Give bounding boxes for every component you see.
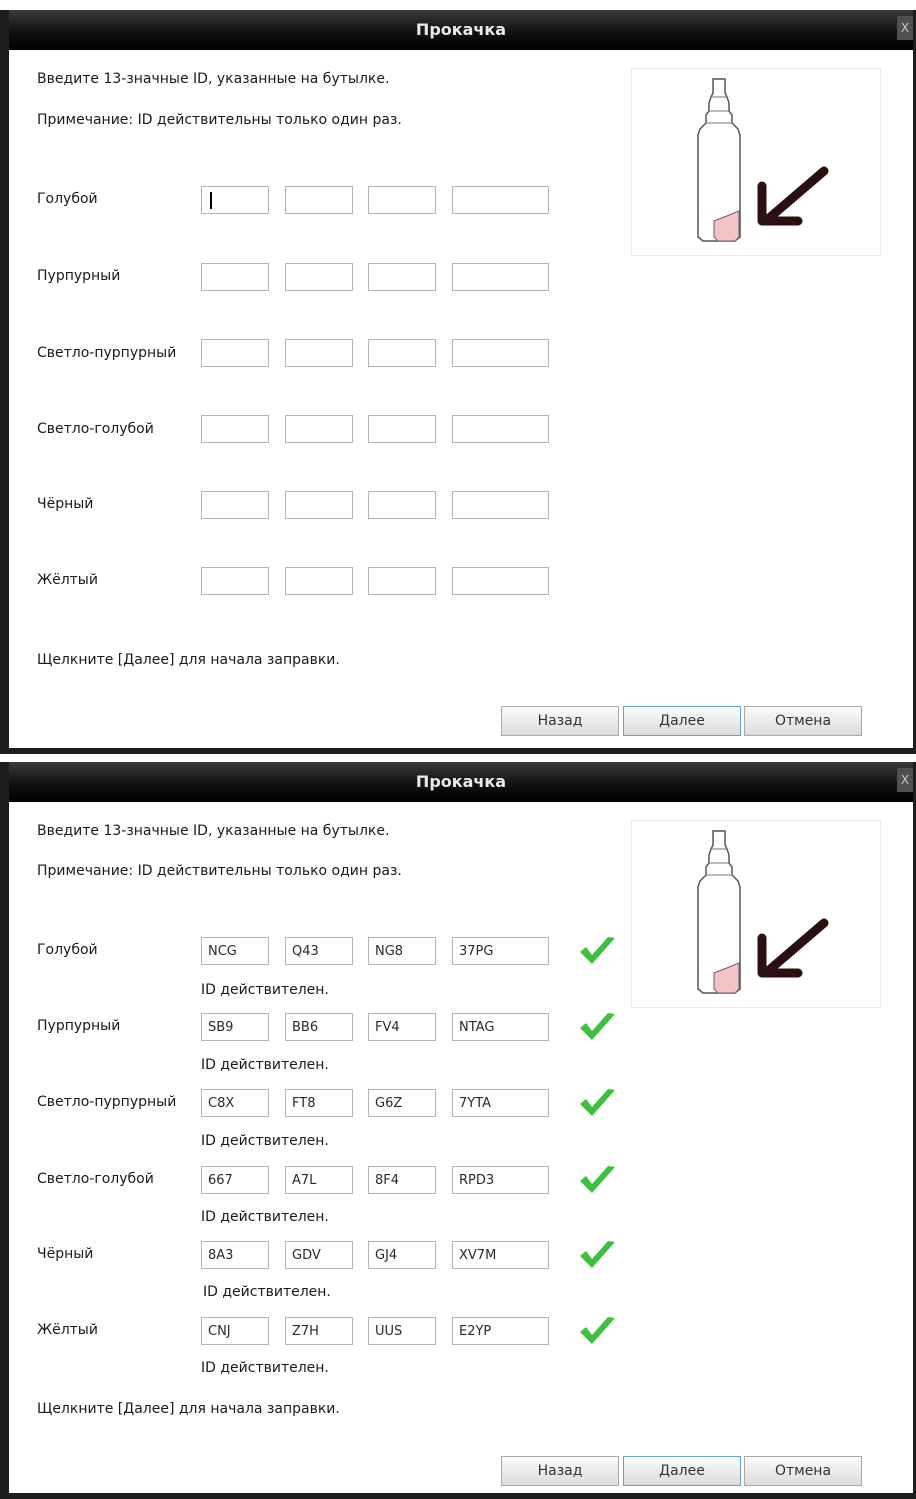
ink-label: Светло-голубой xyxy=(37,421,154,437)
id-input[interactable] xyxy=(368,491,436,519)
text-cursor xyxy=(210,192,212,209)
note-text: Примечание: ID действительны только один… xyxy=(37,863,402,879)
ink-bottle-illustration xyxy=(631,68,881,256)
valid-status: ID действителен. xyxy=(201,982,329,998)
id-input[interactable] xyxy=(368,1089,436,1117)
cancel-button[interactable]: Отмена xyxy=(744,1456,862,1486)
id-input[interactable] xyxy=(201,1013,269,1041)
checkmark-icon xyxy=(580,1089,615,1116)
checkmark-icon xyxy=(580,1013,615,1040)
id-input[interactable] xyxy=(368,1166,436,1194)
id-input[interactable] xyxy=(285,1166,353,1194)
arrow-icon xyxy=(757,166,829,226)
id-input[interactable] xyxy=(368,1241,436,1269)
footer-text: Щелкните [Далее] для начала заправки. xyxy=(37,652,340,668)
id-input[interactable] xyxy=(285,1089,353,1117)
id-input[interactable] xyxy=(452,937,549,965)
id-input[interactable] xyxy=(368,1317,436,1345)
id-input[interactable] xyxy=(452,415,549,443)
dialog-content: Введите 13-значные ID, указанные на буты… xyxy=(9,802,913,1493)
instruction-text: Введите 13-значные ID, указанные на буты… xyxy=(37,823,390,839)
dialog-title: Прокачка xyxy=(415,20,507,39)
ink-label: Пурпурный xyxy=(37,1018,121,1034)
instruction-text: Введите 13-значные ID, указанные на буты… xyxy=(37,71,390,87)
id-input[interactable] xyxy=(285,339,353,367)
id-input[interactable] xyxy=(452,1317,549,1345)
dialog-filled: Прокачка X Введите 13-значные ID, указан… xyxy=(0,762,916,1499)
id-input[interactable] xyxy=(368,415,436,443)
title-bar[interactable]: Прокачка X xyxy=(9,762,913,802)
id-input[interactable] xyxy=(368,339,436,367)
id-input[interactable] xyxy=(452,1013,549,1041)
id-input[interactable] xyxy=(452,339,549,367)
id-input[interactable] xyxy=(452,186,549,214)
id-input[interactable] xyxy=(285,263,353,291)
note-text: Примечание: ID действительны только один… xyxy=(37,112,402,128)
id-input[interactable] xyxy=(201,263,269,291)
next-button[interactable]: Далее xyxy=(623,706,741,736)
id-input[interactable] xyxy=(201,491,269,519)
arrow-icon xyxy=(757,918,829,978)
ink-label: Светло-голубой xyxy=(37,1171,154,1187)
ink-label: Чёрный xyxy=(37,496,94,512)
valid-status: ID действителен. xyxy=(203,1284,331,1300)
dialog-empty: Прокачка X Введите 13-значные ID, указан… xyxy=(0,10,916,754)
title-bar[interactable]: Прокачка X xyxy=(9,10,913,50)
ink-label: Жёлтый xyxy=(37,1322,98,1338)
id-input[interactable] xyxy=(368,186,436,214)
valid-status: ID действителен. xyxy=(201,1209,329,1225)
id-input[interactable] xyxy=(201,415,269,443)
id-input[interactable] xyxy=(368,567,436,595)
id-input[interactable] xyxy=(285,186,353,214)
ink-label: Светло-пурпурный xyxy=(37,1094,177,1110)
close-button[interactable]: X xyxy=(897,768,913,792)
ink-label: Голубой xyxy=(37,191,98,207)
id-input[interactable] xyxy=(201,1089,269,1117)
id-input[interactable] xyxy=(368,263,436,291)
id-input[interactable] xyxy=(201,567,269,595)
id-input[interactable] xyxy=(452,491,549,519)
id-input[interactable] xyxy=(452,1166,549,1194)
id-input[interactable] xyxy=(285,567,353,595)
id-input[interactable] xyxy=(285,415,353,443)
ink-label: Жёлтый xyxy=(37,572,98,588)
id-input[interactable] xyxy=(201,1166,269,1194)
dialog-title: Прокачка xyxy=(415,772,507,791)
back-button[interactable]: Назад xyxy=(501,706,619,736)
ink-bottle-illustration xyxy=(631,820,881,1008)
checkmark-icon xyxy=(580,1317,615,1344)
id-input[interactable] xyxy=(452,1241,549,1269)
checkmark-icon xyxy=(580,1166,615,1193)
id-input[interactable] xyxy=(452,567,549,595)
close-button[interactable]: X xyxy=(897,16,913,40)
id-input[interactable] xyxy=(452,1089,549,1117)
id-input[interactable] xyxy=(201,937,269,965)
id-input[interactable] xyxy=(201,339,269,367)
ink-label: Светло-пурпурный xyxy=(37,345,177,361)
checkmark-icon xyxy=(580,1241,615,1268)
id-input[interactable] xyxy=(285,1241,353,1269)
ink-label: Пурпурный xyxy=(37,268,121,284)
id-input[interactable] xyxy=(201,1317,269,1345)
dialog-content: Введите 13-значные ID, указанные на буты… xyxy=(9,50,913,748)
valid-status: ID действителен. xyxy=(201,1133,329,1149)
id-input[interactable] xyxy=(285,491,353,519)
valid-status: ID действителен. xyxy=(201,1057,329,1073)
checkmark-icon xyxy=(580,937,615,964)
id-input[interactable] xyxy=(368,937,436,965)
back-button[interactable]: Назад xyxy=(501,1456,619,1486)
cancel-button[interactable]: Отмена xyxy=(744,706,862,736)
id-input[interactable] xyxy=(201,1241,269,1269)
next-button[interactable]: Далее xyxy=(623,1456,741,1486)
id-input[interactable] xyxy=(285,1317,353,1345)
id-input[interactable] xyxy=(452,263,549,291)
id-input[interactable] xyxy=(285,1013,353,1041)
footer-text: Щелкните [Далее] для начала заправки. xyxy=(37,1401,340,1417)
id-input[interactable] xyxy=(368,1013,436,1041)
id-input[interactable] xyxy=(285,937,353,965)
ink-label: Чёрный xyxy=(37,1246,94,1262)
valid-status: ID действителен. xyxy=(201,1360,329,1376)
ink-label: Голубой xyxy=(37,942,98,958)
